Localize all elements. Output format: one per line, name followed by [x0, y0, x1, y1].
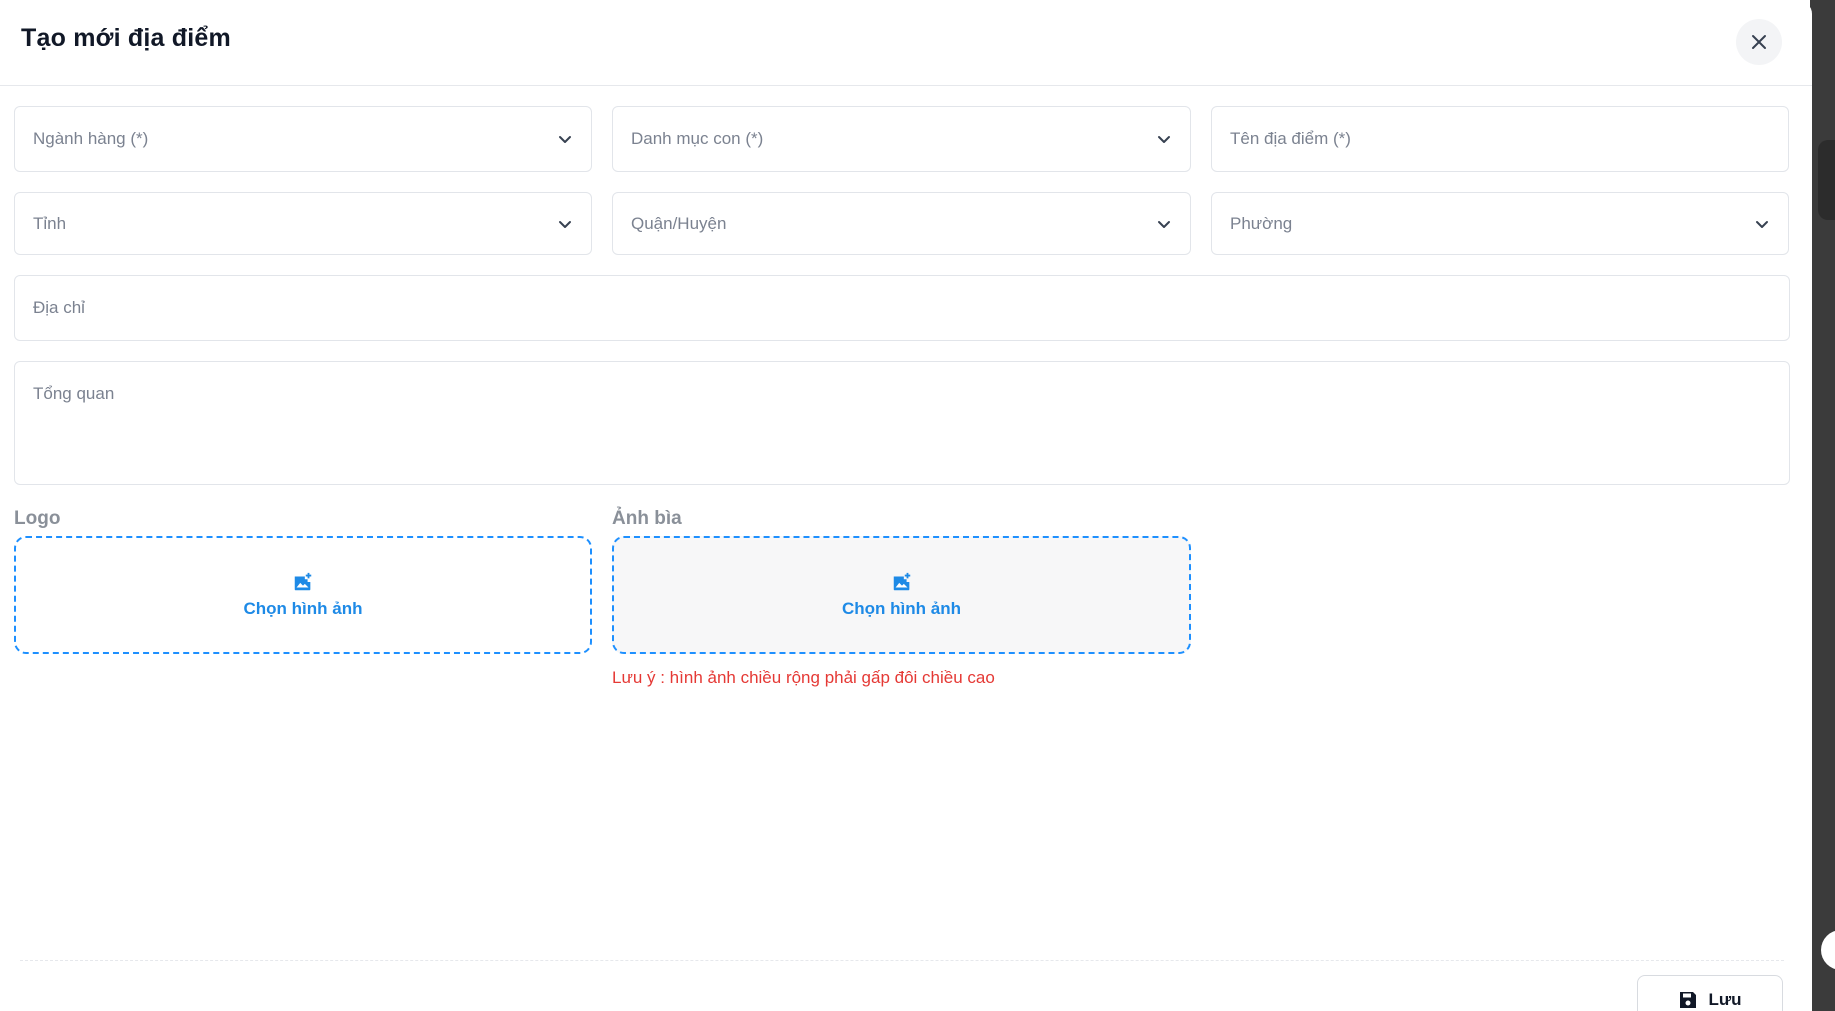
address-input[interactable]: Địa chỉ: [14, 275, 1790, 341]
save-button[interactable]: Lưu: [1637, 975, 1783, 1011]
save-icon: [1680, 992, 1697, 1008]
save-label: Lưu: [1708, 990, 1742, 1009]
cover-upload-label: Chọn hình ảnh: [842, 599, 961, 618]
subcategory-placeholder: Danh mục con (*): [631, 129, 764, 148]
chevron-down-icon: [1158, 136, 1170, 143]
industry-placeholder: Ngành hàng (*): [33, 129, 149, 148]
logo-upload-button[interactable]: Chọn hình ảnh: [14, 536, 592, 654]
close-icon: [1752, 35, 1766, 49]
footer-divider: [20, 960, 1784, 961]
logo-upload-label: Chọn hình ảnh: [243, 599, 363, 618]
cover-note: Lưu ý : hình ảnh chiều rộng phải gấp đôi…: [612, 668, 995, 687]
chevron-down-icon: [559, 220, 571, 228]
logo-label: Logo: [14, 508, 61, 529]
add-photo-icon: [893, 572, 910, 591]
chevron-down-icon: [1158, 220, 1170, 228]
overview-placeholder: Tổng quan: [33, 384, 115, 403]
address-placeholder: Địa chỉ: [33, 298, 85, 317]
district-select[interactable]: Quận/Huyện: [612, 192, 1191, 255]
ward-select[interactable]: Phường: [1211, 192, 1789, 255]
modal-header: Tạo mới địa điểm: [0, 0, 1812, 86]
cover-upload-button[interactable]: Chọn hình ảnh: [612, 536, 1191, 654]
province-select[interactable]: Tỉnh: [14, 192, 592, 255]
modal-title: Tạo mới địa điểm: [21, 24, 231, 52]
place-name-input[interactable]: Tên địa điểm (*): [1211, 106, 1789, 172]
subcategory-select[interactable]: Danh mục con (*): [612, 106, 1191, 172]
add-photo-icon: [294, 572, 312, 591]
chevron-down-icon: [559, 136, 571, 143]
place-name-placeholder: Tên địa điểm (*): [1230, 129, 1351, 148]
cover-label: Ảnh bìa: [612, 508, 682, 529]
district-placeholder: Quận/Huyện: [631, 213, 727, 233]
create-place-modal: Tạo mới địa điểm Ngành hàng (*) Danh mục…: [0, 0, 1812, 1011]
overview-textarea[interactable]: Tổng quan: [14, 361, 1790, 485]
chevron-down-icon: [1756, 220, 1768, 228]
industry-select[interactable]: Ngành hàng (*): [14, 106, 592, 172]
close-button[interactable]: [1736, 19, 1782, 65]
ward-placeholder: Phường: [1230, 213, 1293, 233]
province-placeholder: Tỉnh: [33, 213, 67, 233]
backdrop-chip: [1818, 140, 1835, 220]
